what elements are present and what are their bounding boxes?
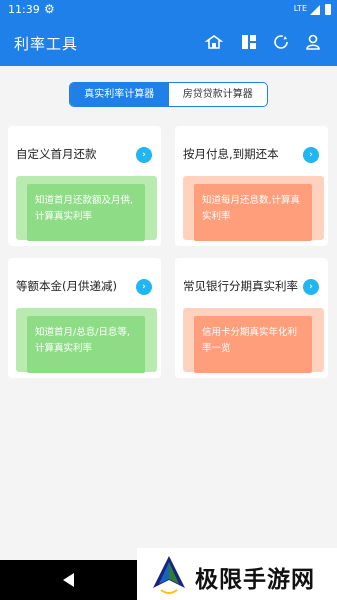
app-bar: 利率工具 (0, 20, 337, 66)
grid-icon[interactable] (240, 33, 258, 51)
card-title: 自定义首月还款 (16, 147, 97, 161)
watermark: 极限手游网 (137, 548, 337, 600)
card-monthly-interest[interactable]: 按月付息,到期还本 › 知道每月还息数,计算真实利率 (175, 126, 328, 246)
card-description: 知道每月还息数,计算真实利率 (202, 195, 301, 222)
chevron-right-icon[interactable]: › (303, 279, 319, 295)
signal-icon (310, 5, 320, 15)
battery-icon (325, 4, 331, 15)
watermark-logo-icon (153, 556, 185, 594)
status-time: 11:39 (8, 3, 40, 16)
card-description: 知道首月/总息/日息等,计算真实利率 (35, 327, 130, 354)
home-icon[interactable] (205, 33, 223, 51)
card-title: 按月付息,到期还本 (183, 147, 279, 161)
card-equal-principal[interactable]: 等额本金(月供递减) › 知道首月/总息/日息等,计算真实利率 (8, 258, 161, 378)
chevron-right-icon[interactable]: › (136, 279, 152, 295)
watermark-text: 极限手游网 (195, 567, 315, 593)
card-description: 知道首月还款额及月供,计算真实利率 (35, 195, 134, 222)
back-icon[interactable] (63, 573, 74, 587)
card-custom-first-month[interactable]: 自定义首月还款 › 知道首月还款额及月供,计算真实利率 (8, 126, 161, 246)
card-bank-installment[interactable]: 常见银行分期真实利率 › 信用卡分期真实年化利率一览 (175, 258, 328, 378)
tab-real-rate-calculator[interactable]: 真实利率计算器 (70, 83, 169, 106)
card-title: 常见银行分期真实利率 (183, 279, 298, 293)
chevron-right-icon[interactable]: › (136, 147, 152, 163)
tab-mortgage-calculator[interactable]: 房贷贷款计算器 (169, 83, 268, 106)
app-title: 利率工具 (14, 35, 79, 53)
card-title: 等额本金(月供递减) (16, 279, 117, 293)
refresh-icon[interactable] (272, 33, 290, 51)
network-type: LTE (293, 4, 307, 13)
settings-gear-icon: ⚙ (44, 2, 55, 16)
status-bar: 11:39 ⚙ LTE (0, 0, 337, 20)
card-description: 信用卡分期真实年化利率一览 (202, 327, 298, 354)
person-icon[interactable] (304, 33, 322, 51)
chevron-right-icon[interactable]: › (303, 147, 319, 163)
calculator-tabs: 真实利率计算器 房贷贷款计算器 (69, 82, 268, 107)
